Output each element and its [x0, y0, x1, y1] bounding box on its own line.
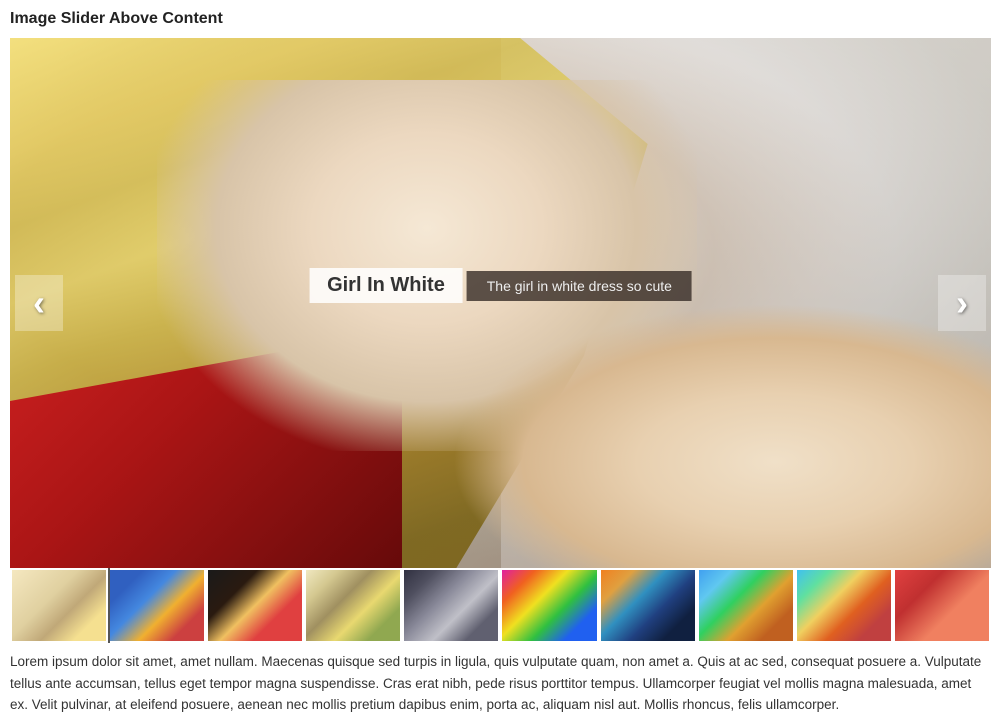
prev-button[interactable]: ‹	[15, 275, 63, 331]
thumb-2[interactable]	[206, 568, 304, 643]
slide-hand	[451, 303, 991, 568]
slide-title-box: Girl In White The girl in white dress so…	[309, 268, 692, 307]
lorem-ipsum: Lorem ipsum dolor sit amet, amet nullam.…	[10, 651, 991, 716]
thumb-4[interactable]	[402, 568, 500, 643]
thumb-8[interactable]	[795, 568, 893, 643]
slide-title: Girl In White	[327, 274, 445, 296]
slider-main: ‹ › Girl In White The girl in white dres…	[10, 38, 991, 568]
thumb-9[interactable]	[893, 568, 991, 643]
next-button[interactable]: ›	[938, 275, 986, 331]
slide-description: The girl in white dress so cute	[487, 278, 672, 294]
thumb-1[interactable]	[108, 568, 206, 643]
slider-container: ‹ › Girl In White The girl in white dres…	[10, 38, 991, 643]
thumb-7[interactable]	[697, 568, 795, 643]
thumb-5[interactable]	[500, 568, 598, 643]
thumb-0[interactable]	[10, 568, 108, 643]
thumb-6[interactable]	[599, 568, 697, 643]
thumb-3[interactable]	[304, 568, 402, 643]
page-title: Image Slider Above Content	[10, 10, 991, 28]
thumbnail-strip	[10, 568, 991, 643]
